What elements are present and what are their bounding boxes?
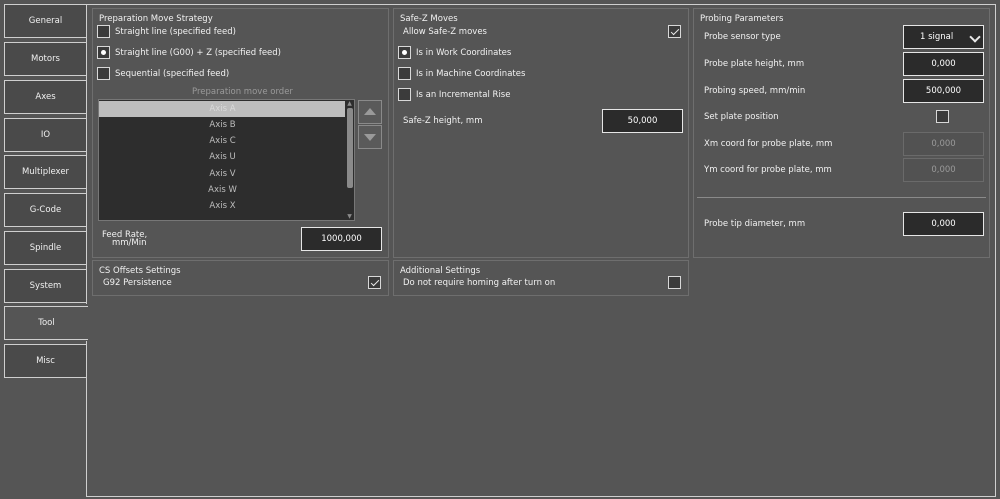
probe-plate-height-label: Probe plate height, mm	[704, 59, 805, 69]
probe-tip-diameter-input[interactable]: 0,000	[903, 212, 984, 236]
xm-coord-label: Xm coord for probe plate, mm	[704, 139, 833, 149]
panel-border	[86, 341, 87, 497]
list-scrollbar[interactable]: ▲ ▼	[345, 100, 354, 220]
option-label: Is in Work Coordinates	[416, 47, 512, 58]
tab-tool[interactable]: Tool	[4, 306, 88, 340]
safez-option-incremental[interactable]: Is an Incremental Rise	[398, 88, 510, 101]
move-up-button[interactable]	[358, 100, 382, 124]
probing-speed-input[interactable]: 500,000	[903, 79, 984, 103]
straight-line-checkbox[interactable]	[97, 25, 110, 38]
list-item[interactable]: Axis X	[99, 198, 346, 214]
feed-rate-unit: mm/Min	[112, 238, 147, 248]
group-title: Preparation Move Strategy	[99, 14, 213, 24]
probe-tip-diameter-label: Probe tip diameter, mm	[704, 219, 806, 229]
scroll-down-icon[interactable]: ▼	[346, 213, 353, 220]
divider	[697, 197, 986, 198]
safe-z-height-label: Safe-Z height, mm	[403, 116, 483, 126]
tab-misc[interactable]: Misc	[4, 344, 87, 378]
g92-persistence-checkbox[interactable]	[368, 276, 381, 289]
g00-z-radio[interactable]	[97, 46, 110, 59]
group-title: Safe-Z Moves	[400, 14, 458, 24]
probe-sensor-type-select[interactable]: 1 signal	[903, 25, 984, 49]
panel-border	[86, 4, 87, 304]
tab-gcode[interactable]: G-Code	[4, 193, 87, 227]
sequential-checkbox[interactable]	[97, 67, 110, 80]
tab-motors[interactable]: Motors	[4, 42, 87, 76]
probe-plate-height-input[interactable]: 0,000	[903, 52, 984, 76]
allow-safe-z-label: Allow Safe-Z moves	[403, 27, 487, 37]
set-plate-position-checkbox[interactable]	[936, 110, 949, 123]
move-down-button[interactable]	[358, 125, 382, 149]
tab-spindle[interactable]: Spindle	[4, 231, 87, 265]
group-title: Probing Parameters	[700, 14, 784, 24]
tab-general[interactable]: General	[4, 4, 87, 38]
tab-system[interactable]: System	[4, 269, 87, 303]
xm-coord-input[interactable]: 0,000	[903, 132, 984, 156]
list-item[interactable]: Axis C	[99, 133, 346, 149]
list-item[interactable]: Axis A	[99, 101, 346, 117]
allow-safe-z-checkbox[interactable]	[668, 25, 681, 38]
no-homing-checkbox[interactable]	[668, 276, 681, 289]
option-label: Straight line (specified feed)	[115, 26, 236, 37]
ym-coord-label: Ym coord for probe plate, mm	[704, 165, 832, 175]
arrow-up-icon	[364, 108, 376, 115]
option-label: Is an Incremental Rise	[416, 89, 511, 100]
probing-speed-label: Probing speed, mm/min	[704, 86, 806, 96]
tab-io[interactable]: IO	[4, 118, 87, 152]
scroll-up-icon[interactable]: ▲	[346, 100, 353, 107]
safe-z-height-input[interactable]: 50,000	[602, 109, 683, 133]
scroll-thumb[interactable]	[347, 108, 353, 188]
move-order-list[interactable]: Axis A Axis B Axis C Axis U Axis V Axis …	[98, 99, 355, 221]
chevron-down-icon	[969, 31, 981, 43]
option-label: Sequential (specified feed)	[115, 68, 230, 79]
prep-option-g00[interactable]: Straight line (G00) + Z (specified feed)	[97, 46, 281, 59]
ym-coord-input[interactable]: 0,000	[903, 158, 984, 182]
tab-multiplexer[interactable]: Multiplexer	[4, 155, 87, 189]
incremental-rise-checkbox[interactable]	[398, 88, 411, 101]
option-label: Is in Machine Coordinates	[416, 68, 526, 79]
option-label: Straight line (G00) + Z (specified feed)	[115, 47, 281, 58]
select-value: 1 signal	[920, 32, 954, 42]
safez-option-machine[interactable]: Is in Machine Coordinates	[398, 67, 525, 80]
set-plate-position-label: Set plate position	[704, 112, 779, 122]
list-item[interactable]: Axis U	[99, 149, 346, 165]
group-title: Additional Settings	[400, 266, 481, 276]
homing-label: Do not require homing after turn on	[403, 278, 556, 288]
list-item[interactable]: Axis B	[99, 117, 346, 133]
move-order-caption: Preparation move order	[192, 87, 293, 97]
feed-rate-input[interactable]: 1000,000	[301, 227, 382, 251]
group-title: CS Offsets Settings	[99, 266, 181, 276]
safez-option-work[interactable]: Is in Work Coordinates	[398, 46, 511, 59]
prep-option-sequential[interactable]: Sequential (specified feed)	[97, 67, 229, 80]
list-item[interactable]: Axis V	[99, 166, 346, 182]
arrow-down-icon	[364, 134, 376, 141]
machine-coordinates-checkbox[interactable]	[398, 67, 411, 80]
probe-sensor-type-label: Probe sensor type	[704, 32, 781, 42]
list-item[interactable]: Axis W	[99, 182, 346, 198]
work-coordinates-radio[interactable]	[398, 46, 411, 59]
prep-option-straight[interactable]: Straight line (specified feed)	[97, 25, 236, 38]
tab-axes[interactable]: Axes	[4, 80, 87, 114]
g92-persistence-label: G92 Persistence	[103, 278, 172, 288]
settings-sidebar: General Motors Axes IO Multiplexer G-Cod…	[0, 0, 88, 499]
